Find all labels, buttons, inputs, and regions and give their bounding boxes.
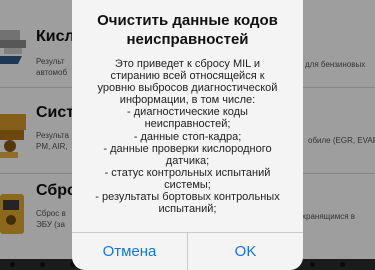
alert-message-line: уровню выбросов диагностической xyxy=(97,82,278,95)
alert-message-line: - диагностические коды xyxy=(127,106,248,119)
alert-message-line: стиранию всей относящейся к xyxy=(110,70,265,83)
clear-dtc-alert-dialog: Очистить данные кодов неисправностей Это… xyxy=(72,0,303,270)
alert-message-line: датчика; xyxy=(165,154,210,167)
alert-message-line: - статус контрольных испытаний xyxy=(104,166,271,179)
alert-message-line: Это приведет к сбросу MIL и xyxy=(114,58,261,70)
alert-message-line: системы; xyxy=(164,178,211,191)
alert-button-bar: Отмена OK xyxy=(72,232,303,270)
alert-title: Очистить данные кодов неисправностей xyxy=(97,12,278,48)
alert-message-line: испытаний; xyxy=(158,203,217,216)
alert-message-line: неисправностей; xyxy=(144,118,231,131)
alert-message: Это приведет к сбросу MIL и стиранию все… xyxy=(82,58,293,215)
alert-message-line: информации, в том числе: xyxy=(119,94,256,107)
cancel-button[interactable]: Отмена xyxy=(72,233,187,270)
ok-button[interactable]: OK xyxy=(188,233,303,270)
alert-message-line: - данные проверки кислородного xyxy=(103,142,272,155)
alert-message-line: - данные стоп-кадра; xyxy=(133,130,242,143)
alert-message-line: - результаты бортовых контрольных xyxy=(95,191,280,204)
